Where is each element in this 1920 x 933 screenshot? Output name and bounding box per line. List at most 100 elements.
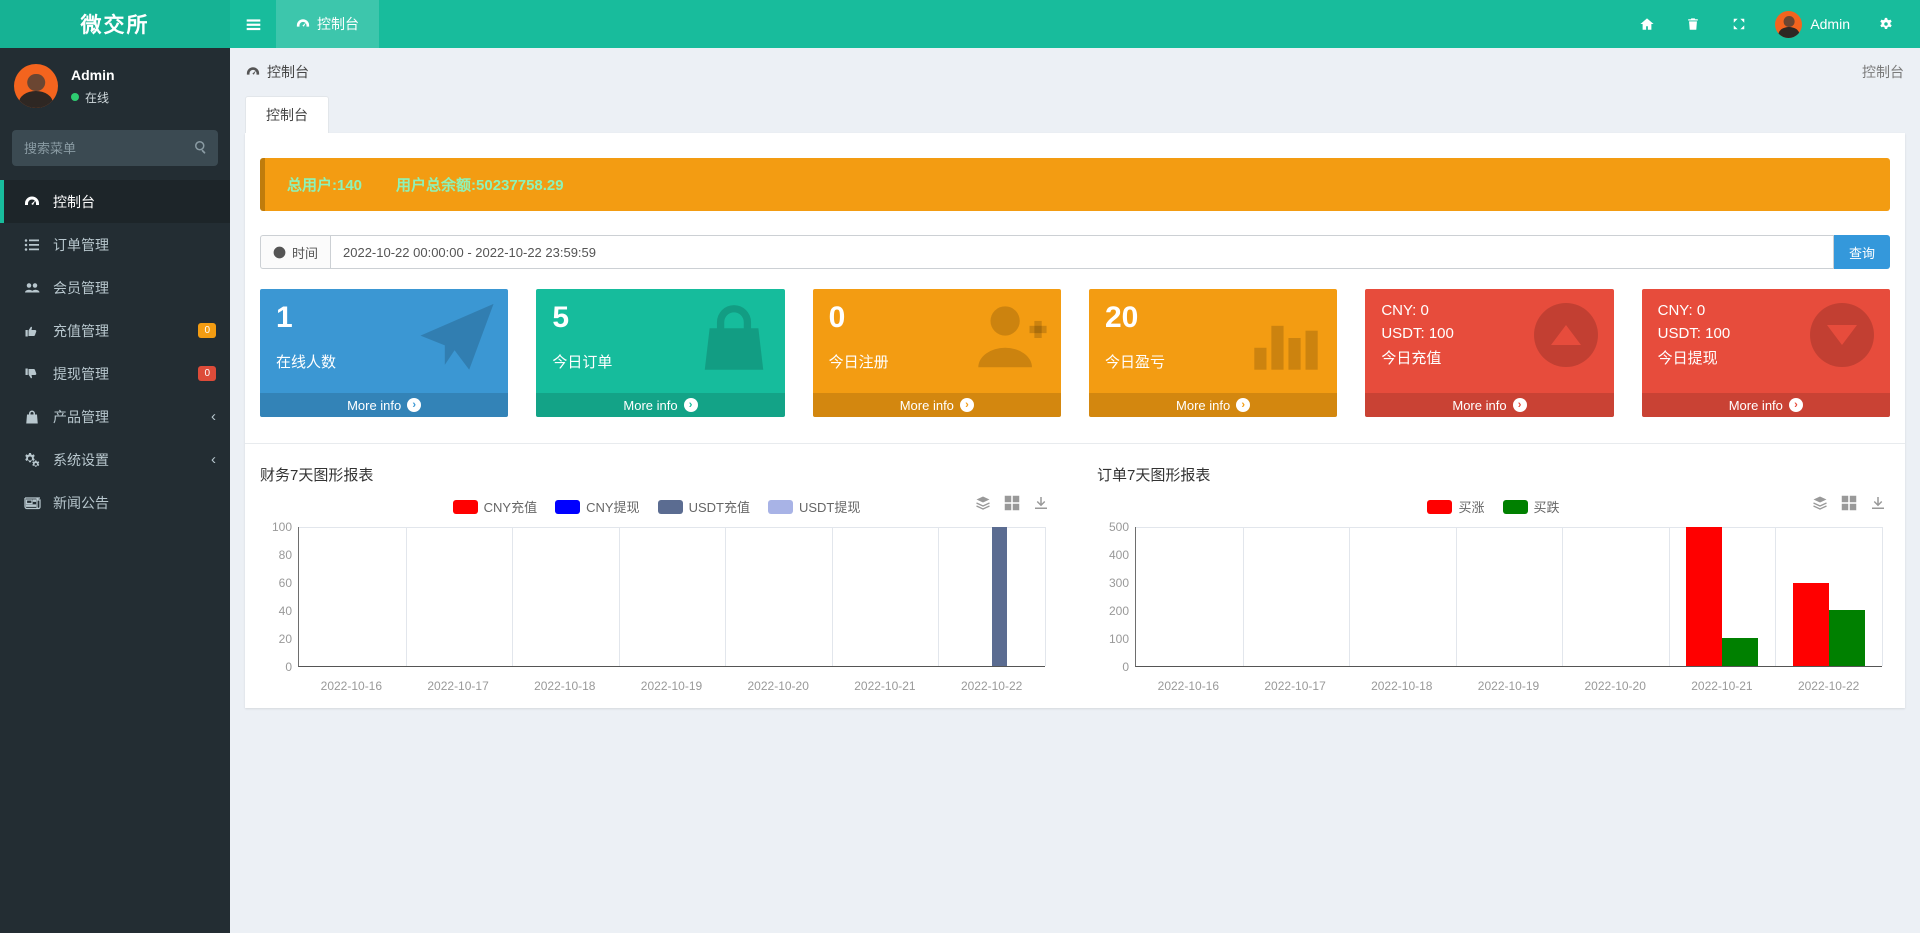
legend-swatch	[768, 500, 793, 514]
home-icon	[1640, 17, 1654, 31]
breadcrumb-current: 控制台	[1862, 62, 1904, 82]
chart-title: 订单7天图形报表	[1097, 464, 1890, 485]
legend-item[interactable]: CNY充值	[453, 497, 537, 516]
more-info-link[interactable]: More info ›	[1089, 393, 1337, 417]
sidebar-item-console[interactable]: 控制台	[0, 180, 230, 223]
more-info-link[interactable]: More info ›	[1365, 393, 1613, 417]
legend-swatch	[1503, 500, 1528, 514]
sidebar-user-status: 在线	[71, 89, 115, 106]
stack-icon[interactable]	[975, 495, 991, 511]
more-info-link[interactable]: More info ›	[1642, 393, 1890, 417]
recharge-badge: 0	[198, 323, 216, 338]
navbar-tab-label: 控制台	[317, 14, 359, 34]
legend-item[interactable]: CNY提现	[555, 497, 639, 516]
brand-logo[interactable]: 微交所	[0, 0, 230, 48]
avatar	[1775, 11, 1802, 38]
legend-swatch	[1427, 500, 1452, 514]
chart-legend: 买涨买跌	[1097, 497, 1890, 516]
search-input[interactable]	[12, 130, 218, 166]
date-range-input[interactable]	[330, 235, 1834, 269]
navbar-right: Admin	[1627, 0, 1920, 48]
home-button[interactable]	[1627, 0, 1667, 48]
arrow-circle-right-icon: ›	[960, 398, 974, 412]
bag-icon	[22, 409, 42, 425]
dashboard-card: 总用户:140 用户总余额:50237758.29 时间 查询 1 在线人	[245, 133, 1905, 708]
charts-row: 财务7天图形报表 CNY充值 CNY提现 USDT充值 USDT提现 02040608…	[260, 464, 1890, 693]
fullscreen-button[interactable]	[1719, 0, 1759, 48]
user-plus-icon	[971, 299, 1049, 377]
arrow-circle-right-icon: ›	[684, 398, 698, 412]
x-axis-labels: 2022-10-162022-10-172022-10-182022-10-19…	[298, 671, 1045, 693]
list-icon	[22, 237, 42, 253]
query-button[interactable]: 查询	[1834, 235, 1890, 269]
sidebar: Admin 在线 控制台 订单管理 会员管理 充值管理 0	[0, 48, 230, 933]
chart-legend: CNY充值 CNY提现 USDT充值 USDT提现	[260, 497, 1053, 516]
total-users-text: 总用户:140	[287, 174, 362, 195]
gauge-icon	[22, 194, 42, 210]
bar-买涨-2022-10-22[interactable]	[1793, 583, 1829, 666]
download-icon[interactable]	[1033, 495, 1049, 511]
legend-swatch	[453, 500, 478, 514]
arrow-circle-right-icon: ›	[407, 398, 421, 412]
chart-title: 财务7天图形报表	[260, 464, 1053, 485]
settings-button[interactable]	[1866, 0, 1906, 48]
tiled-icon[interactable]	[1004, 495, 1020, 511]
bar-买跌-2022-10-22[interactable]	[1829, 610, 1865, 666]
stack-icon[interactable]	[1812, 495, 1828, 511]
chevron-left-icon: ‹	[211, 408, 216, 425]
chart-plot-area[interactable]: 020406080100 2022-10-162022-10-172022-10-…	[260, 525, 1053, 693]
circle-arrow-down-icon	[1810, 303, 1874, 367]
tiled-icon[interactable]	[1841, 495, 1857, 511]
chart-toolbox	[975, 495, 1049, 511]
time-filter: 时间 查询	[260, 235, 1890, 269]
trash-icon	[1686, 17, 1700, 31]
clear-cache-button[interactable]	[1673, 0, 1713, 48]
top-navbar: 微交所 控制台 Admin	[0, 0, 1920, 48]
sidebar-user-panel: Admin 在线	[0, 48, 230, 122]
legend-swatch	[658, 500, 683, 514]
arrow-circle-right-icon: ›	[1789, 398, 1803, 412]
sidebar-item-settings[interactable]: 系统设置 ‹	[0, 438, 230, 481]
sidebar-item-products[interactable]: 产品管理 ‹	[0, 395, 230, 438]
legend-item[interactable]: 买跌	[1503, 497, 1560, 516]
legend-item[interactable]: USDT提现	[768, 497, 860, 516]
sidebar-item-recharge[interactable]: 充值管理 0	[0, 309, 230, 352]
tab-console[interactable]: 控制台	[245, 96, 329, 133]
sidebar-toggle-button[interactable]	[230, 0, 276, 48]
download-icon[interactable]	[1870, 495, 1886, 511]
chevron-left-icon: ‹	[211, 451, 216, 468]
bar-chart-icon	[1247, 299, 1325, 377]
more-info-link[interactable]: More info ›	[813, 393, 1061, 417]
bar-买涨-2022-10-21[interactable]	[1686, 527, 1722, 666]
navbar-user-menu[interactable]: Admin	[1765, 11, 1860, 38]
chart-plot-area[interactable]: 01002003004005002022-10-162022-10-172022…	[1097, 525, 1890, 693]
bar-买跌-2022-10-21[interactable]	[1722, 638, 1758, 666]
avatar	[14, 64, 58, 108]
more-info-link[interactable]: More info ›	[260, 393, 508, 417]
search-icon[interactable]	[193, 139, 209, 155]
online-status-dot	[71, 93, 79, 101]
breadcrumb: 控制台	[246, 62, 309, 82]
more-info-link[interactable]: More info ›	[536, 393, 784, 417]
sidebar-menu: 控制台 订单管理 会员管理 充值管理 0 提现管理 0 产品管理 ‹ 系统设置	[0, 180, 230, 524]
sidebar-item-members[interactable]: 会员管理	[0, 266, 230, 309]
gauge-icon	[296, 17, 310, 31]
time-filter-label: 时间	[260, 235, 330, 269]
bar-USDT充值-2022-10-22[interactable]	[992, 527, 1007, 666]
hamburger-icon	[245, 16, 262, 33]
y-axis-labels: 020406080100	[260, 527, 292, 667]
expand-icon	[1732, 17, 1746, 31]
info-boxes-row: 1 在线人数 More info › 5 今日订单	[260, 289, 1890, 417]
navbar-tab-console[interactable]: 控制台	[276, 0, 379, 48]
sidebar-item-orders[interactable]: 订单管理	[0, 223, 230, 266]
legend-item[interactable]: 买涨	[1427, 497, 1484, 516]
legend-item[interactable]: USDT充值	[658, 497, 750, 516]
thumbs-down-icon	[22, 366, 42, 382]
tab-strip: 控制台	[245, 96, 1905, 133]
withdraw-badge: 0	[198, 366, 216, 381]
shopping-bag-icon	[695, 299, 773, 377]
sidebar-item-withdraw[interactable]: 提现管理 0	[0, 352, 230, 395]
arrow-circle-right-icon: ›	[1236, 398, 1250, 412]
sidebar-item-news[interactable]: 新闻公告	[0, 481, 230, 524]
gears-icon	[22, 452, 42, 468]
